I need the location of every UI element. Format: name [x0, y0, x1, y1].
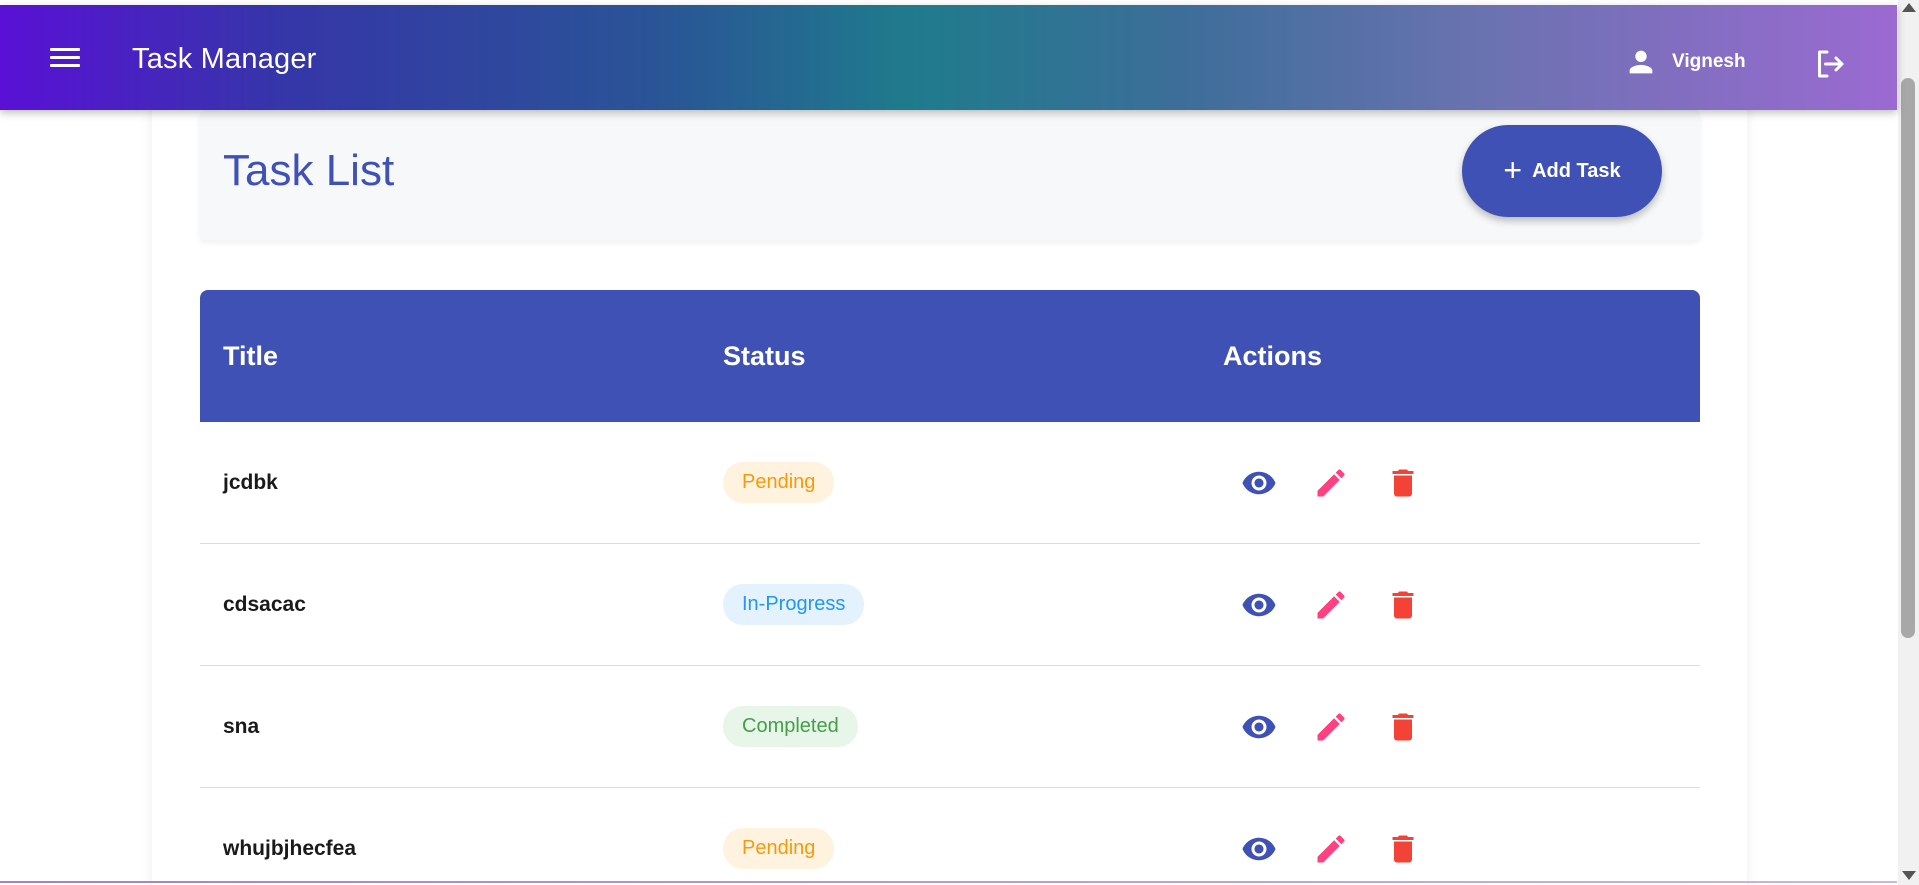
pencil-icon	[1317, 590, 1345, 618]
task-title: sna	[223, 714, 260, 738]
plus-icon: +	[1503, 152, 1523, 188]
delete-button[interactable]	[1385, 709, 1421, 745]
main-card: Task List + Add Task Title Status Action…	[152, 90, 1747, 885]
column-header-title: Title	[223, 340, 279, 371]
list-header: Task List + Add Task	[200, 110, 1700, 240]
user-menu[interactable]: Vignesh	[1624, 45, 1746, 79]
edit-button[interactable]	[1313, 709, 1349, 745]
table-header: Title Status Actions	[200, 290, 1700, 422]
status-badge: In-Progress	[723, 584, 865, 625]
scroll-up-arrow-icon[interactable]	[1902, 3, 1916, 12]
eye-icon	[1242, 715, 1276, 738]
bottom-divider	[0, 881, 1897, 883]
person-icon	[1629, 50, 1653, 74]
table-row: jcdbk Pending	[200, 422, 1700, 544]
eye-icon	[1242, 837, 1276, 860]
column-header-status: Status	[723, 340, 806, 371]
vertical-scrollbar[interactable]	[1898, 0, 1919, 885]
add-task-label: Add Task	[1532, 159, 1621, 182]
delete-button[interactable]	[1385, 465, 1421, 501]
eye-icon	[1242, 593, 1276, 616]
pencil-icon	[1317, 834, 1345, 862]
task-table: Title Status Actions jcdbk Pending cdsac…	[200, 290, 1700, 885]
logout-icon	[1818, 50, 1844, 78]
scroll-down-arrow-icon[interactable]	[1902, 871, 1916, 880]
table-row: cdsacac In-Progress	[200, 544, 1700, 666]
status-badge: Pending	[723, 828, 835, 869]
task-title: jcdbk	[223, 470, 278, 494]
eye-icon	[1242, 471, 1276, 494]
delete-button[interactable]	[1385, 831, 1421, 867]
menu-icon[interactable]	[48, 43, 82, 71]
app-title: Task Manager	[132, 43, 317, 75]
table-row: sna Completed	[200, 666, 1700, 788]
trash-icon	[1392, 835, 1414, 862]
user-name: Vignesh	[1672, 51, 1746, 72]
logout-button[interactable]	[1812, 46, 1848, 82]
trash-icon	[1392, 469, 1414, 496]
pencil-icon	[1317, 468, 1345, 496]
pencil-icon	[1317, 712, 1345, 740]
task-title: whujbjhecfea	[223, 836, 357, 860]
task-title: cdsacac	[223, 592, 306, 616]
trash-icon	[1392, 591, 1414, 618]
app-bar: Task Manager Vignesh	[0, 5, 1897, 110]
status-badge: Completed	[723, 706, 858, 747]
view-button[interactable]	[1241, 709, 1277, 745]
view-button[interactable]	[1241, 831, 1277, 867]
edit-button[interactable]	[1313, 465, 1349, 501]
page-title: Task List	[223, 146, 395, 195]
delete-button[interactable]	[1385, 587, 1421, 623]
edit-button[interactable]	[1313, 587, 1349, 623]
table-row: whujbjhecfea Pending	[200, 788, 1700, 885]
scroll-thumb[interactable]	[1901, 78, 1915, 638]
edit-button[interactable]	[1313, 831, 1349, 867]
column-header-actions: Actions	[1223, 340, 1323, 371]
status-badge: Pending	[723, 462, 835, 503]
trash-icon	[1392, 713, 1414, 740]
view-button[interactable]	[1241, 465, 1277, 501]
add-task-button[interactable]: + Add Task	[1462, 125, 1662, 217]
view-button[interactable]	[1241, 587, 1277, 623]
